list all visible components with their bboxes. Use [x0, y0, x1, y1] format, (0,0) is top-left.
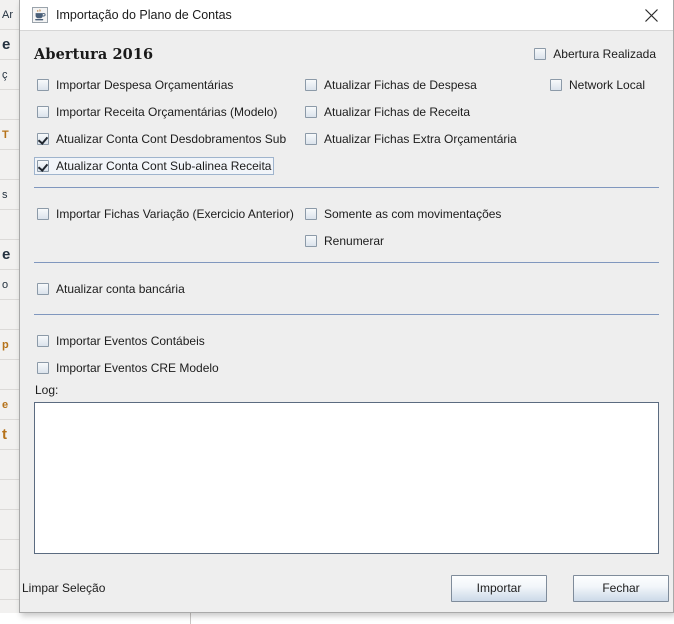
- checkbox-somente-as-com-movimentacoes[interactable]: Somente as com movimentações: [302, 205, 504, 223]
- checkbox-box: [37, 282, 49, 295]
- bancaria-group: Atualizar conta bancária: [34, 271, 659, 306]
- separator: [34, 314, 659, 315]
- checkbox-box: [305, 207, 317, 220]
- checkbox-importar-despesa-orcamentarias[interactable]: Importar Despesa Orçamentárias: [34, 76, 236, 94]
- log-label: Log:: [35, 383, 59, 397]
- checkbox-label: Atualizar Fichas de Receita: [324, 104, 471, 119]
- checkbox-box: [305, 78, 317, 91]
- checkbox-label: Abertura Realizada: [553, 47, 656, 61]
- checkbox-box: [37, 207, 49, 220]
- page-title: Abertura 2016: [34, 45, 154, 63]
- checkbox-atualizar-fichas-de-receita[interactable]: Atualizar Fichas de Receita: [302, 103, 473, 121]
- checkbox-atualizar-fichas-de-despesa[interactable]: Atualizar Fichas de Despesa: [302, 76, 480, 94]
- options-row: Atualizar Conta Cont Sub-alinea Receita: [34, 152, 659, 179]
- checkbox-label: Somente as com movimentações: [324, 206, 502, 221]
- background-row: Ar: [0, 0, 19, 30]
- background-row: e: [0, 30, 19, 60]
- background-row: [0, 300, 19, 330]
- background-row: [0, 90, 19, 120]
- options-row: Importar Eventos Contábeis: [34, 327, 659, 354]
- background-row: [0, 450, 19, 480]
- checkbox-box: [305, 105, 317, 118]
- options-row: Importar Eventos CRE Modelo: [34, 354, 659, 381]
- import-button[interactable]: Importar: [451, 574, 547, 602]
- background-row: [0, 360, 19, 390]
- checkbox-atualizar-fichas-extra-orcamentaria[interactable]: Atualizar Fichas Extra Orçamentária: [302, 130, 520, 148]
- options-row: Atualizar Conta Cont Desdobramentos Sub …: [34, 125, 659, 152]
- separator: [34, 187, 659, 188]
- checkbox-label: Renumerar: [324, 233, 385, 248]
- options-row: Atualizar conta bancária: [34, 275, 659, 302]
- background-row: s: [0, 180, 19, 210]
- java-coffee-cup-icon: [32, 7, 48, 23]
- background-row: [0, 600, 19, 613]
- checkbox-box: [37, 132, 49, 145]
- background-row: p: [0, 330, 19, 360]
- background-row: [0, 150, 19, 180]
- import-chart-of-accounts-dialog: Importação do Plano de Contas Abertura 2…: [19, 0, 674, 613]
- checkbox-box: [37, 78, 49, 91]
- options-row: Renumerar: [34, 227, 659, 254]
- checkbox-label: Atualizar Fichas Extra Orçamentária: [324, 131, 517, 146]
- checkbox-label: Atualizar conta bancária: [56, 281, 185, 296]
- close-button[interactable]: Fechar: [573, 574, 669, 602]
- log-textarea[interactable]: [35, 403, 658, 553]
- background-row: [0, 540, 19, 570]
- background-row: [0, 570, 19, 600]
- background-row: [0, 210, 19, 240]
- background-row: [0, 510, 19, 540]
- background-row: e: [0, 240, 19, 270]
- checkbox-atualizar-conta-cont-sub-alinea-receita[interactable]: Atualizar Conta Cont Sub-alinea Receita: [34, 156, 275, 175]
- section-header: Abertura 2016 Abertura Realizada: [34, 39, 659, 69]
- checkbox-importar-receita-orcamentarias-modelo[interactable]: Importar Receita Orçamentárias (Modelo): [34, 103, 280, 121]
- options-row: Importar Receita Orçamentárias (Modelo) …: [34, 98, 659, 125]
- clear-selection-link[interactable]: Limpar Seleção: [22, 581, 105, 595]
- checkbox-atualizar-conta-cont-desdobramentos-sub[interactable]: Atualizar Conta Cont Desdobramentos Sub: [34, 130, 289, 148]
- checkbox-box: [37, 159, 49, 172]
- close-icon[interactable]: [629, 0, 673, 30]
- checkbox-importar-eventos-contabeis[interactable]: Importar Eventos Contábeis: [34, 332, 208, 350]
- checkbox-atualizar-conta-bancaria[interactable]: Atualizar conta bancária: [34, 280, 188, 298]
- eventos-group: Importar Eventos Contábeis Importar Even…: [34, 323, 659, 381]
- dialog-titlebar: Importação do Plano de Contas: [20, 0, 673, 31]
- checkbox-label: Importar Fichas Variação (Exercicio Ante…: [56, 206, 294, 221]
- checkbox-label: Importar Eventos Contábeis: [56, 333, 205, 348]
- checkbox-label: Atualizar Conta Cont Sub-alinea Receita: [56, 158, 272, 173]
- checkbox-label: Importar Despesa Orçamentárias: [56, 77, 234, 92]
- checkbox-box: [37, 361, 49, 374]
- background-list: Ar e ç T s e o p e t: [0, 0, 20, 613]
- checkbox-label: Importar Receita Orçamentárias (Modelo): [56, 104, 278, 119]
- dialog-title: Importação do Plano de Contas: [56, 8, 232, 22]
- background-row: [0, 480, 19, 510]
- checkbox-abertura-realizada[interactable]: Abertura Realizada: [531, 45, 659, 63]
- separator: [34, 262, 659, 263]
- checkbox-box: [305, 132, 317, 145]
- checkbox-renumerar[interactable]: Renumerar: [302, 232, 387, 250]
- checkbox-box: [534, 48, 547, 60]
- background-row: T: [0, 120, 19, 150]
- checkbox-label: Atualizar Fichas de Despesa: [324, 77, 477, 92]
- checkbox-label: Atualizar Conta Cont Desdobramentos Sub: [56, 131, 287, 146]
- variacao-group: Importar Fichas Variação (Exercicio Ante…: [34, 196, 659, 254]
- checkbox-box: [305, 234, 317, 247]
- checkbox-label: Importar Eventos CRE Modelo: [56, 360, 219, 375]
- options-row: Importar Fichas Variação (Exercicio Ante…: [34, 200, 659, 227]
- background-row: e: [0, 390, 19, 420]
- checkbox-box: [550, 78, 562, 91]
- dialog-footer: Limpar Seleção Importar Fechar: [20, 566, 673, 612]
- checkbox-box: [37, 334, 49, 347]
- background-row: ç: [0, 60, 19, 90]
- options-row: Importar Despesa Orçamentárias Atualizar…: [34, 71, 659, 98]
- background-row: t: [0, 420, 19, 450]
- checkbox-label: Network Local: [569, 77, 646, 92]
- log-output[interactable]: [34, 402, 659, 554]
- checkbox-box: [37, 105, 49, 118]
- checkbox-importar-fichas-variacao-exercicio-anterior[interactable]: Importar Fichas Variação (Exercicio Ante…: [34, 205, 297, 223]
- dialog-body: Abertura 2016 Abertura Realizada Importa…: [20, 31, 673, 566]
- background-row: o: [0, 270, 19, 300]
- options-grid: Importar Despesa Orçamentárias Atualizar…: [34, 71, 659, 179]
- checkbox-importar-eventos-cre-modelo[interactable]: Importar Eventos CRE Modelo: [34, 359, 222, 377]
- checkbox-network-local[interactable]: Network Local: [547, 76, 648, 94]
